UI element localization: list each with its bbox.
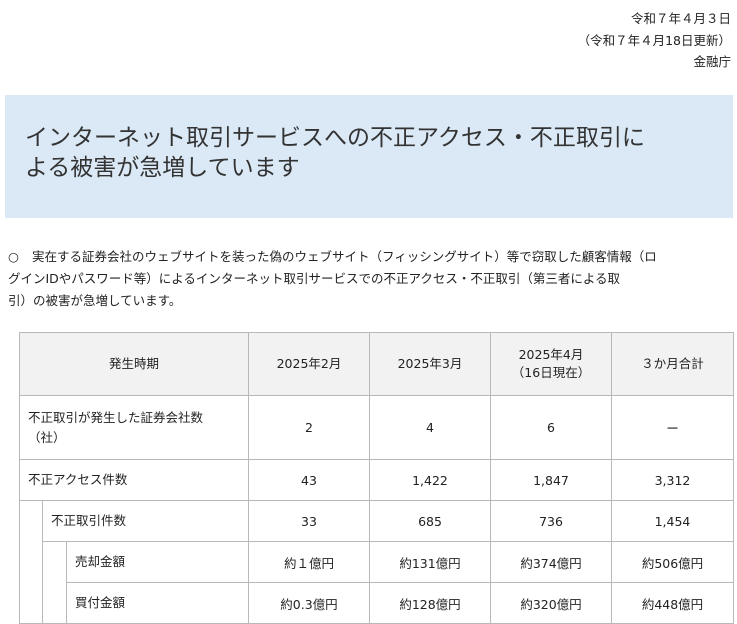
row-label-sell-amount: 売却金額 xyxy=(66,541,249,583)
row-label-access: 不正アクセス件数 xyxy=(19,459,249,501)
table-cell: 約128億円 xyxy=(369,582,491,624)
row-label-line1: 不正取引が発生した証券会社数 xyxy=(28,409,204,425)
row-label-buy-amount: 買付金額 xyxy=(66,582,249,624)
table-cell: ー xyxy=(611,395,734,460)
table-row: 不正取引件数 33 685 736 1,454 xyxy=(19,500,734,624)
table-row: 買付金額 約0.3億円 約128億円 約320億円 約448億円 xyxy=(20,582,734,624)
page-title: インターネット取引サービスへの不正アクセス・不正取引に よる被害が急増しています xyxy=(25,123,713,183)
lead-line3: 引）の被害が急増しています。 xyxy=(8,293,182,308)
table-cell: 約506億円 xyxy=(611,541,734,583)
bullet-circle-icon: ○ xyxy=(8,249,19,264)
header-apr-line1: 2025年4月 xyxy=(518,347,584,362)
table-cell: 1,454 xyxy=(611,500,734,542)
table-cell: 6 xyxy=(490,395,612,460)
row-label-line2: （社） xyxy=(28,429,66,445)
title-banner: インターネット取引サービスへの不正アクセス・不正取引に よる被害が急増しています xyxy=(5,95,733,218)
table-cell: 1,422 xyxy=(369,459,491,501)
table-cell: 約１億円 xyxy=(248,541,370,583)
table-cell: 約374億円 xyxy=(490,541,612,583)
table-header-row: 発生時期 2025年2月 2025年3月 2025年4月 （16日現在） ３か月… xyxy=(19,332,734,396)
table-cell: 約0.3億円 xyxy=(248,582,370,624)
row-label-fraud-trades: 不正取引件数 xyxy=(42,500,249,542)
table-row: 売却金額 約１億円 約131億円 約374億円 約506億円 xyxy=(20,541,734,624)
header-feb: 2025年2月 xyxy=(248,332,370,396)
table-row: 不正取引が発生した証券会社数 （社） 2 4 6 ー xyxy=(19,395,734,460)
table-cell: 約131億円 xyxy=(369,541,491,583)
lead-line1: 実在する証券会社のウェブサイトを装った偽のウェブサイト（フィッシングサイト）等で… xyxy=(32,249,657,264)
indent-spacer xyxy=(42,541,67,624)
lead-paragraph: ○ 実在する証券会社のウェブサイトを装った偽のウェブサイト（フィッシングサイト）等… xyxy=(8,246,730,312)
indent-spacer xyxy=(19,500,43,624)
table-cell: 2 xyxy=(248,395,370,460)
header-mar: 2025年3月 xyxy=(369,332,491,396)
page-title-line1: インターネット取引サービスへの不正アクセス・不正取引に xyxy=(25,125,645,151)
header-apr: 2025年4月 （16日現在） xyxy=(490,332,612,396)
agency-name: 金融庁 xyxy=(693,54,731,69)
damage-statistics-table: 発生時期 2025年2月 2025年3月 2025年4月 （16日現在） ３か月… xyxy=(19,332,734,624)
issue-date: 令和７年４月３日 xyxy=(630,11,731,26)
page-title-line2: よる被害が急増しています xyxy=(25,155,300,181)
header-period: 発生時期 xyxy=(19,332,249,396)
row-label-companies: 不正取引が発生した証券会社数 （社） xyxy=(19,395,249,460)
table-cell: 736 xyxy=(490,500,612,542)
table-cell: 33 xyxy=(248,500,370,542)
table-cell: 685 xyxy=(369,500,491,542)
lead-line2: グインIDやパスワード等）によるインターネット取引サービスでの不正アクセス・不正… xyxy=(8,271,620,286)
table-cell: 4 xyxy=(369,395,491,460)
table-cell: 約320億円 xyxy=(490,582,612,624)
table-row: 不正アクセス件数 43 1,422 1,847 3,312 xyxy=(19,459,734,501)
header-total: ３か月合計 xyxy=(611,332,734,396)
document-meta: 令和７年４月３日 （令和７年４月18日更新） 金融庁 xyxy=(578,8,731,73)
update-date: （令和７年４月18日更新） xyxy=(577,32,731,48)
table-cell: 約448億円 xyxy=(611,582,734,624)
header-apr-line2: （16日現在） xyxy=(511,365,591,380)
table-cell: 3,312 xyxy=(611,459,734,501)
table-cell: 43 xyxy=(248,459,370,501)
table-cell: 1,847 xyxy=(490,459,612,501)
